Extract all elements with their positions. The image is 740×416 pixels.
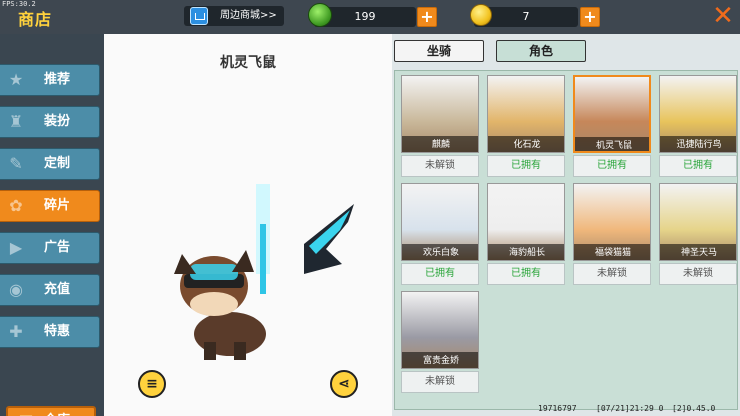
- character-card-name: 机灵飞鼠: [575, 137, 649, 151]
- add-coins-button[interactable]: +: [580, 7, 600, 27]
- character-card[interactable]: 麒麟 未解锁: [401, 75, 479, 179]
- close-button[interactable]: ✕: [710, 3, 736, 29]
- character-card[interactable]: 富贵金娇 未解锁: [401, 291, 479, 395]
- warehouse-icon: ▣: [16, 411, 36, 416]
- coin-icon: [470, 4, 492, 26]
- character-thumbnail: 富贵金娇: [401, 291, 479, 369]
- sidebar-item-label: 推荐: [44, 72, 71, 87]
- character-card-name: 海豹船长: [488, 244, 564, 260]
- character-thumbnail: 福袋猫猫: [573, 183, 651, 261]
- sidebar-item-label: 定制: [44, 156, 71, 171]
- character-card-status: 已拥有: [487, 155, 565, 177]
- character-card[interactable]: 机灵飞鼠 已拥有: [573, 75, 651, 179]
- character-card-status: 未解锁: [401, 371, 479, 393]
- character-card-status: 未解锁: [401, 155, 479, 177]
- menu-button[interactable]: ≡: [138, 370, 166, 398]
- character-card-name: 福袋猫猫: [574, 244, 650, 260]
- sidebar-item-label: 广告: [44, 240, 71, 255]
- character-card[interactable]: 迅捷陆行鸟 已拥有: [659, 75, 737, 179]
- warehouse-button[interactable]: ▣ 仓库: [6, 406, 96, 416]
- character-card-status: 已拥有: [487, 263, 565, 285]
- tab-character[interactable]: 角色: [496, 40, 586, 62]
- sidebar-item-2[interactable]: ✎ 定制: [0, 148, 100, 180]
- character-card-name: 富贵金娇: [402, 352, 478, 368]
- character-thumbnail: 迅捷陆行鸟: [659, 75, 737, 153]
- sidebar-item-1[interactable]: ♜ 装扮: [0, 106, 100, 138]
- sidebar-item-label: 充值: [44, 282, 71, 297]
- character-card[interactable]: 神圣天马 未解锁: [659, 183, 737, 287]
- character-card-status: 已拥有: [401, 263, 479, 285]
- category-sidebar: ★ 推荐 ♜ 装扮 ✎ 定制 ✿ 碎片 ▶ 广告 ◉ 充值 ✚ 特惠 ▣ 仓库: [0, 34, 104, 416]
- character-card[interactable]: 欢乐白象 已拥有: [401, 183, 479, 287]
- sidebar-item-0[interactable]: ★ 推荐: [0, 64, 100, 96]
- sidebar-item-5[interactable]: ◉ 充值: [0, 274, 100, 306]
- sidebar-item-label: 碎片: [44, 198, 71, 213]
- character-thumbnail: 海豹船长: [487, 183, 565, 261]
- sidebar-item-label: 特惠: [44, 324, 71, 339]
- mall-icon: [190, 7, 208, 25]
- character-card[interactable]: 化石龙 已拥有: [487, 75, 565, 179]
- character-thumbnail: 欢乐白象: [401, 183, 479, 261]
- merch-mall-label: 周边商城>>: [220, 10, 277, 21]
- character-card-name: 麒麟: [402, 136, 478, 152]
- recharge-icon: ◉: [9, 280, 23, 299]
- character-card-status: 已拥有: [573, 155, 651, 177]
- character-thumbnail: 化石龙: [487, 75, 565, 153]
- character-card[interactable]: 福袋猫猫 未解锁: [573, 183, 651, 287]
- outfit-icon: ♜: [8, 112, 24, 131]
- sale-icon: ✚: [9, 322, 23, 341]
- character-card[interactable]: 海豹船长 已拥有: [487, 183, 565, 287]
- fragment-icon: ✿: [9, 196, 23, 215]
- tab-mount[interactable]: 坐骑: [394, 40, 484, 62]
- character-card-name: 化石龙: [488, 136, 564, 152]
- page-title: 商店: [18, 10, 53, 29]
- character-card-name: 神圣天马: [660, 244, 736, 260]
- character-thumbnail: 麒麟: [401, 75, 479, 153]
- character-thumbnail: 神圣天马: [659, 183, 737, 261]
- sidebar-item-3[interactable]: ✿ 碎片: [0, 190, 100, 222]
- version-label: [2]0.45.0: [672, 404, 716, 413]
- character-grid: 麒麟 未解锁 化石龙 已拥有 机灵飞鼠 已拥有 迅捷陆行鸟 已拥有 欢乐白象 已拥有 海豹船长 已拥有…: [394, 70, 738, 410]
- character-card-status: 未解锁: [659, 263, 737, 285]
- custom-icon: ✎: [9, 154, 23, 173]
- player-id: 19716797: [538, 404, 577, 413]
- skin-panel: 坐骑 角色 麒麟 未解锁 化石龙 已拥有 机灵飞鼠 已拥有 迅捷陆行鸟 已拥有 欢乐白象 已拥有海…: [392, 34, 740, 416]
- sidebar-item-label: 装扮: [44, 114, 71, 129]
- gem-icon: [308, 3, 332, 27]
- character-card-status: 已拥有: [659, 155, 737, 177]
- server-time: [07/21]21:29 0: [596, 404, 664, 413]
- sidebar-item-6[interactable]: ✚ 特惠: [0, 316, 100, 348]
- character-preview: 机灵飞鼠 ≡ ⋖: [104, 34, 392, 416]
- character-card-name: 迅捷陆行鸟: [660, 136, 736, 152]
- add-gems-button[interactable]: +: [417, 7, 437, 27]
- recommend-icon: ★: [8, 70, 24, 89]
- ad-icon: ▶: [9, 238, 23, 257]
- share-button[interactable]: ⋖: [330, 370, 358, 398]
- top-bar: FPS:30.2 商店 周边商城>> 199 + 7 + ✕: [0, 0, 740, 34]
- character-name: 机灵飞鼠: [220, 55, 276, 71]
- merch-mall-button[interactable]: 周边商城>>: [184, 6, 284, 26]
- sidebar-item-4[interactable]: ▶ 广告: [0, 232, 100, 264]
- character-model[interactable]: [104, 74, 392, 374]
- character-thumbnail: 机灵飞鼠: [573, 75, 651, 153]
- character-card-status: 未解锁: [573, 263, 651, 285]
- character-card-name: 欢乐白象: [402, 244, 478, 260]
